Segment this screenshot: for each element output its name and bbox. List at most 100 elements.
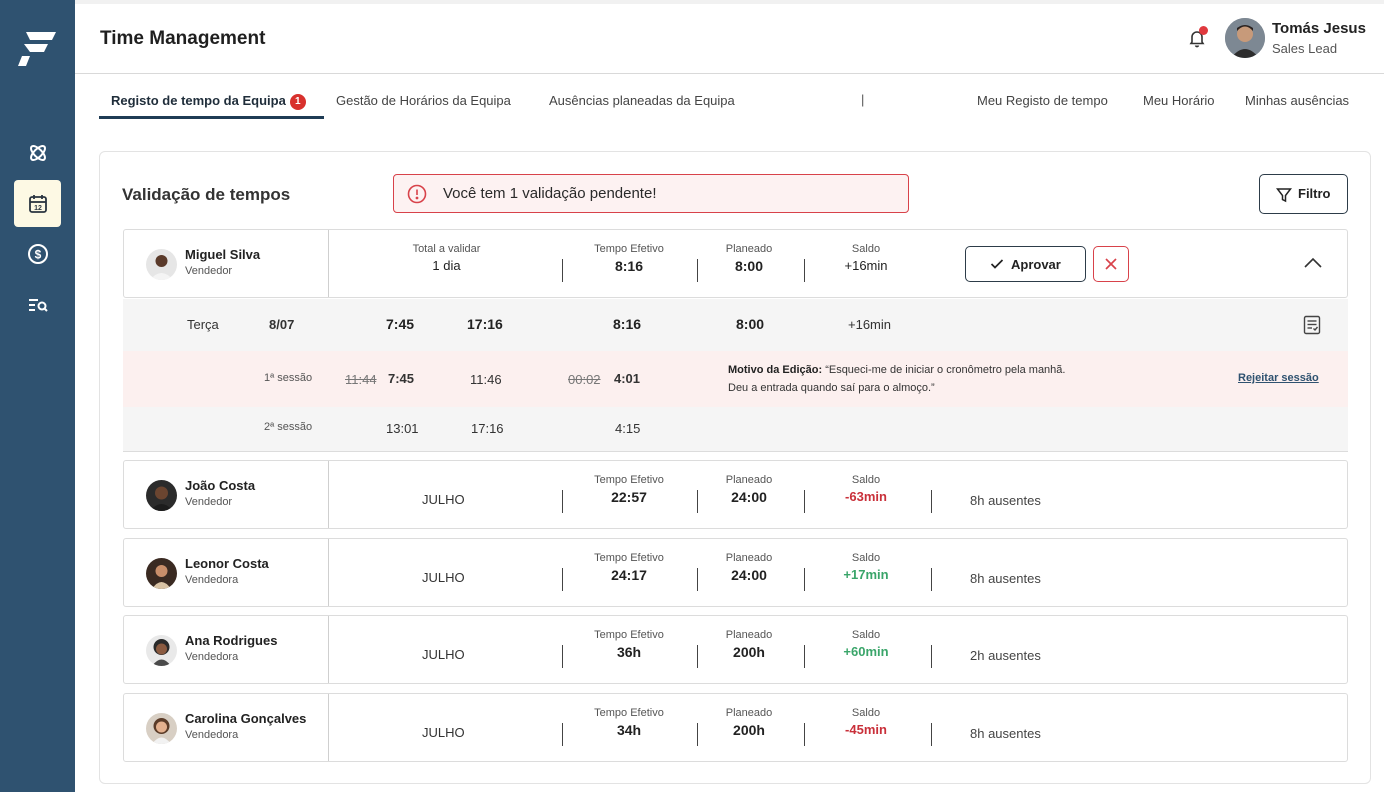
close-icon [1105,258,1117,270]
atom-icon [29,144,46,161]
svg-text:$: $ [34,247,41,261]
planned-time: Planeado 200h [709,629,789,660]
session-old-duration: 00:02 [568,372,601,387]
employee-row[interactable]: Carolina Gonçalves Vendedora JULHO Tempo… [123,693,1348,762]
planned-label: Planeado [725,474,773,486]
balance-value: +60min [843,644,889,659]
tab-separator: | [861,92,865,107]
period-label: JULHO [422,725,465,740]
active-tab-indicator [99,116,324,119]
section-title: Validação de tempos [122,185,291,204]
effective-value: 36h [616,644,642,660]
tab-team-schedules[interactable]: Gestão de Horários da Equipa [336,93,511,108]
divider [697,490,698,513]
day-start: 7:45 [386,316,415,332]
session-duration: 4:01 [614,371,641,386]
filter-button[interactable]: Filtro [1259,174,1348,214]
tab-my-absences[interactable]: Minhas ausências [1245,93,1349,108]
divider [804,645,805,668]
divider [697,723,698,746]
reject-session-link[interactable]: Rejeitar sessão [1238,372,1319,384]
planned-label: Planeado [725,629,773,641]
balance-value: +16min [844,258,888,273]
day-summary-row: Terça 8/07 7:45 17:16 8:16 8:00 +16min [123,299,1348,351]
session-end: 17:16 [471,421,504,436]
tab-team-absences[interactable]: Ausências planeadas da Equipa [549,93,735,108]
pending-alert: Você tem 1 validação pendente! [393,174,909,213]
divider [697,259,698,282]
planned-time: Planeado 200h [709,707,789,738]
tab-label: Registo de tempo da Equipa [111,93,286,108]
effective-value: 22:57 [611,489,647,505]
edit-reason-title: Motivo da Edição: [728,364,823,376]
divider [562,645,563,668]
employee-role: Vendedora [185,651,239,663]
employee-row-expanded[interactable]: Miguel Silva Vendedor Total a validar 1 … [123,229,1348,298]
effective-label: Tempo Efetivo [594,629,664,641]
sidebar: 12 $ [0,0,75,792]
sidebar-item-calendar[interactable]: 12 [14,180,61,227]
edit-reason-line1: “Esqueci-me de iniciar o cronômetro pela… [825,364,1066,376]
approve-button[interactable]: Aprovar [965,246,1086,282]
divider [562,490,563,513]
tab-bar: Registo de tempo da Equipa 1 Gestão de Ho… [75,74,1384,122]
planned-label: Planeado [725,552,773,564]
employee-name: Ana Rodrigues [185,633,278,648]
total-value: 1 dia [432,258,461,273]
absence-summary: 8h ausentes [970,493,1041,508]
top-header: Time Management Tomás Jesus Sales Lead [75,4,1384,74]
employee-info: João Costa Vendedor [124,461,329,528]
notifications-button[interactable] [1187,26,1208,53]
divider [931,645,932,668]
absence-summary: 8h ausentes [970,571,1041,586]
sidebar-item-search-list[interactable] [14,281,61,328]
day-balance: +16min [848,317,891,332]
session-label: 2ª sessão [264,421,313,433]
divider [931,490,932,513]
employee-role: Vendedora [185,729,239,741]
balance: Saldo +16min [826,243,906,273]
employee-info: Miguel Silva Vendedor [124,230,329,297]
balance-label: Saldo [851,707,881,719]
employee-name: Carolina Gonçalves [185,711,307,726]
sidebar-item-dashboard[interactable] [14,129,61,176]
svg-text:12: 12 [34,205,42,212]
calendar-icon: 12 [28,194,47,213]
balance-label: Saldo [851,243,881,255]
filter-icon [1276,188,1292,203]
divider [697,568,698,591]
app-logo[interactable] [16,26,60,70]
employee-row[interactable]: Ana Rodrigues Vendedora JULHO Tempo Efet… [123,615,1348,684]
balance-label: Saldo [851,552,881,564]
document-icon[interactable] [1303,315,1321,335]
user-name[interactable]: Tomás Jesus [1272,20,1366,37]
reject-button[interactable] [1093,246,1129,282]
chevron-up-icon[interactable] [1304,257,1322,269]
avatar [146,713,177,744]
avatar[interactable] [1225,18,1265,58]
planned-time: Planeado 8:00 [709,243,789,274]
sidebar-item-finance[interactable]: $ [14,230,61,277]
check-icon [990,259,1004,269]
planned-value: 24:00 [731,489,767,505]
effective-value: 34h [616,722,642,738]
pending-badge: 1 [289,94,306,110]
avatar [146,558,177,589]
divider [562,259,563,282]
employee-name: Leonor Costa [185,556,269,571]
tab-team-time-log[interactable]: Registo de tempo da Equipa 1 [111,93,306,110]
edit-reason-line2: Deu a entrada quando saí para o almoço.” [728,382,935,394]
period-label: JULHO [422,647,465,662]
tab-my-schedule[interactable]: Meu Horário [1143,93,1215,108]
notification-dot [1199,26,1208,35]
balance-value: -63min [845,489,887,504]
divider [804,259,805,282]
employee-role: Vendedora [185,574,239,586]
tab-my-time-log[interactable]: Meu Registo de tempo [977,93,1108,108]
planned-value: 24:00 [731,567,767,583]
employee-row[interactable]: João Costa Vendedor JULHO Tempo Efetivo … [123,460,1348,529]
dollar-icon: $ [27,243,48,264]
balance-value: +17min [843,567,889,582]
effective-value: 8:16 [614,258,644,274]
employee-row[interactable]: Leonor Costa Vendedora JULHO Tempo Efeti… [123,538,1348,607]
